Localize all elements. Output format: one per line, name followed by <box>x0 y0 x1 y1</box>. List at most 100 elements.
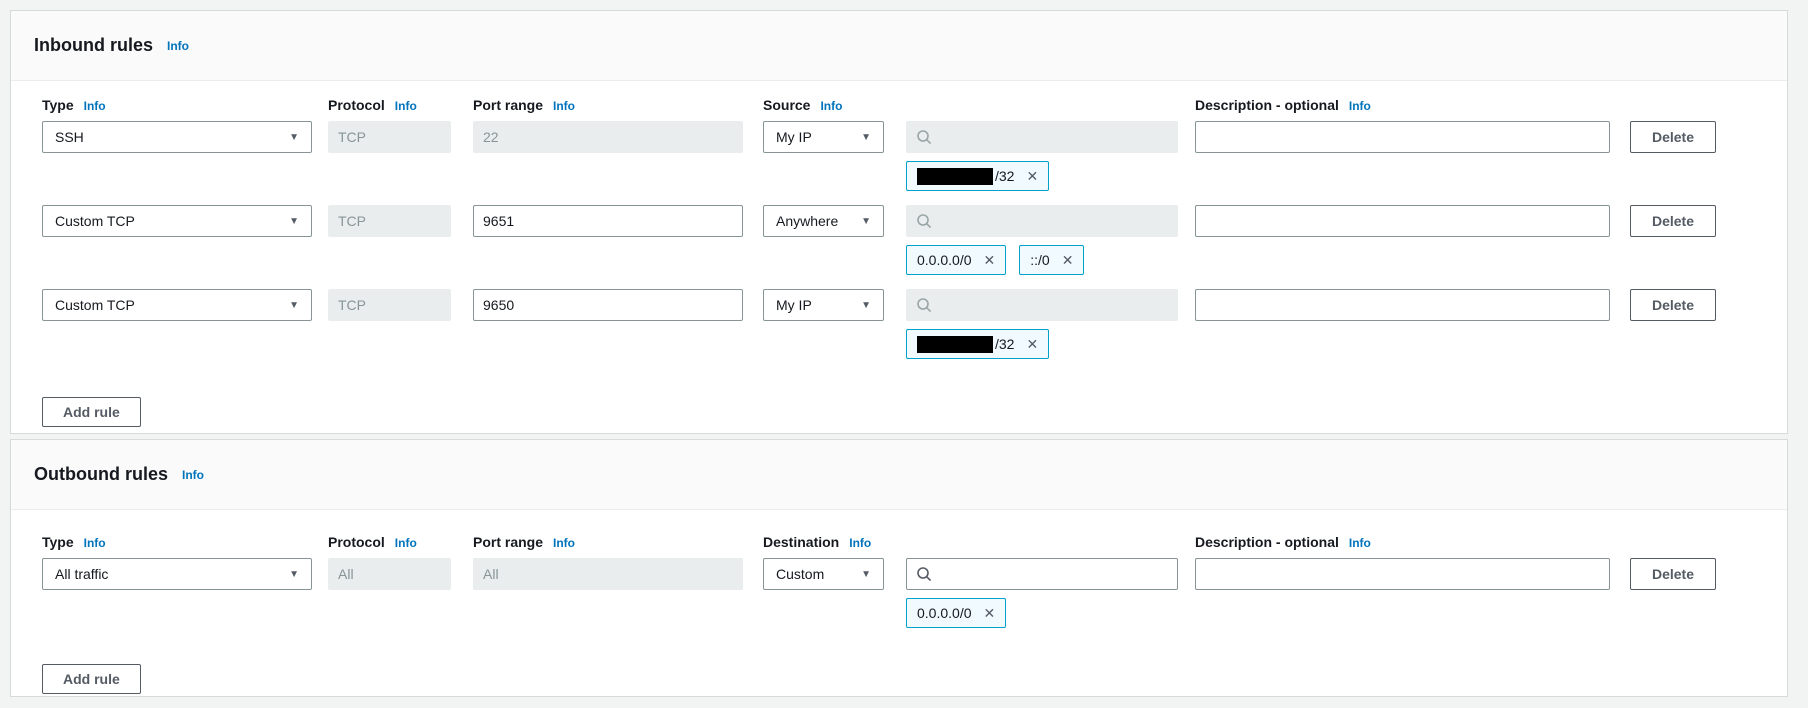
cidr-chip-text: 0.0.0.0/0 <box>917 252 972 268</box>
chevron-down-icon: ▼ <box>861 132 871 143</box>
port-range-input <box>473 558 743 590</box>
port-range-column-label: Port range <box>473 534 543 550</box>
protocol-info-link[interactable]: Info <box>395 99 417 113</box>
type-select[interactable]: All traffic ▼ <box>42 558 312 590</box>
description-column-label: Description - optional <box>1195 97 1339 113</box>
inbound-panel-header: Inbound rules Info <box>11 11 1787 81</box>
destination-select[interactable]: Custom ▼ <box>763 558 884 590</box>
type-select-value: Custom TCP <box>55 213 135 229</box>
add-rule-button[interactable]: Add rule <box>42 664 141 694</box>
remove-cidr-icon[interactable]: ✕ <box>984 253 996 267</box>
protocol-input <box>328 121 451 153</box>
source-search-input <box>906 205 1178 237</box>
delete-rule-button[interactable]: Delete <box>1630 289 1716 321</box>
protocol-column-label: Protocol <box>328 534 385 550</box>
source-select[interactable]: Anywhere ▼ <box>763 205 884 237</box>
description-input[interactable] <box>1195 205 1610 237</box>
chevron-down-icon: ▼ <box>861 300 871 311</box>
source-info-link[interactable]: Info <box>820 99 842 113</box>
chevron-down-icon: ▼ <box>861 216 871 227</box>
chevron-down-icon: ▼ <box>289 132 299 143</box>
chevron-down-icon: ▼ <box>861 569 871 580</box>
type-select[interactable]: SSH ▼ <box>42 121 312 153</box>
cidr-chip: 0.0.0.0/0 ✕ <box>906 245 1006 275</box>
port-range-input[interactable] <box>473 289 743 321</box>
remove-cidr-icon[interactable]: ✕ <box>1062 253 1074 267</box>
delete-rule-button[interactable]: Delete <box>1630 558 1716 590</box>
description-input[interactable] <box>1195 289 1610 321</box>
search-icon <box>916 129 932 145</box>
cidr-chip-text: 0.0.0.0/0 <box>917 605 972 621</box>
destination-column-label: Destination <box>763 534 839 550</box>
search-icon <box>916 213 932 229</box>
cidr-chip: /32 ✕ <box>906 161 1049 191</box>
remove-cidr-icon[interactable]: ✕ <box>1026 169 1038 183</box>
delete-rule-button[interactable]: Delete <box>1630 121 1716 153</box>
cidr-chip-text: /32 <box>995 336 1014 352</box>
description-info-link[interactable]: Info <box>1349 536 1371 550</box>
chevron-down-icon: ▼ <box>289 216 299 227</box>
cidr-chip: ::/0 ✕ <box>1019 245 1084 275</box>
source-select-value: My IP <box>776 297 812 313</box>
source-column-label: Source <box>763 97 810 113</box>
outbound-info-link[interactable]: Info <box>182 468 204 482</box>
cidr-chip-text: /32 <box>995 168 1014 184</box>
cidr-chip: 0.0.0.0/0 ✕ <box>906 598 1006 628</box>
type-select-value: SSH <box>55 129 84 145</box>
destination-select-value: Custom <box>776 566 824 582</box>
protocol-input <box>328 558 451 590</box>
port-range-info-link[interactable]: Info <box>553 536 575 550</box>
type-info-link[interactable]: Info <box>84 99 106 113</box>
delete-rule-button[interactable]: Delete <box>1630 205 1716 237</box>
description-input[interactable] <box>1195 558 1610 590</box>
source-search-input <box>906 121 1178 153</box>
redacted-ip <box>917 168 993 185</box>
destination-search-input[interactable] <box>906 558 1178 590</box>
description-column-label: Description - optional <box>1195 534 1339 550</box>
source-select[interactable]: My IP ▼ <box>763 121 884 153</box>
redacted-ip <box>917 336 993 353</box>
cidr-chip-text: ::/0 <box>1030 252 1049 268</box>
protocol-info-link[interactable]: Info <box>395 536 417 550</box>
protocol-column-label: Protocol <box>328 97 385 113</box>
remove-cidr-icon[interactable]: ✕ <box>984 606 996 620</box>
outbound-column-headers: Type Info Protocol Info Port range Info Des… <box>42 534 1767 550</box>
port-range-info-link[interactable]: Info <box>553 99 575 113</box>
inbound-info-link[interactable]: Info <box>167 39 189 53</box>
inbound-rules-panel: Inbound rules Info Type Info Protocol Info… <box>10 10 1788 434</box>
type-select-value: Custom TCP <box>55 297 135 313</box>
search-icon <box>916 297 932 313</box>
source-select-value: My IP <box>776 129 812 145</box>
description-input[interactable] <box>1195 121 1610 153</box>
port-range-input[interactable] <box>473 205 743 237</box>
inbound-rule-row: Custom TCP ▼ Anywhere ▼ Delete 0.0.0.0/0 <box>42 205 1767 275</box>
port-range-column-label: Port range <box>473 97 543 113</box>
type-select[interactable]: Custom TCP ▼ <box>42 289 312 321</box>
search-icon <box>916 566 932 582</box>
source-search-input <box>906 289 1178 321</box>
type-select[interactable]: Custom TCP ▼ <box>42 205 312 237</box>
description-info-link[interactable]: Info <box>1349 99 1371 113</box>
chevron-down-icon: ▼ <box>289 300 299 311</box>
type-column-label: Type <box>42 534 74 550</box>
outbound-panel-body: Type Info Protocol Info Port range Info Des… <box>11 510 1787 694</box>
type-column-label: Type <box>42 97 74 113</box>
type-info-link[interactable]: Info <box>84 536 106 550</box>
port-range-input <box>473 121 743 153</box>
protocol-input <box>328 205 451 237</box>
destination-info-link[interactable]: Info <box>849 536 871 550</box>
inbound-column-headers: Type Info Protocol Info Port range Info Sou… <box>42 97 1767 113</box>
cidr-chip: /32 ✕ <box>906 329 1049 359</box>
outbound-panel-header: Outbound rules Info <box>11 440 1787 510</box>
remove-cidr-icon[interactable]: ✕ <box>1026 337 1038 351</box>
outbound-panel-title: Outbound rules <box>34 464 168 485</box>
source-select-value: Anywhere <box>776 213 838 229</box>
inbound-panel-title: Inbound rules <box>34 35 153 56</box>
protocol-input <box>328 289 451 321</box>
add-rule-button[interactable]: Add rule <box>42 397 141 427</box>
type-select-value: All traffic <box>55 566 108 582</box>
source-select[interactable]: My IP ▼ <box>763 289 884 321</box>
inbound-rule-row: Custom TCP ▼ My IP ▼ Delete /32 <box>42 289 1767 359</box>
inbound-panel-body: Type Info Protocol Info Port range Info Sou… <box>11 81 1787 427</box>
outbound-rule-row: All traffic ▼ Custom ▼ Delete 0.0.0.0/0 <box>42 558 1767 628</box>
